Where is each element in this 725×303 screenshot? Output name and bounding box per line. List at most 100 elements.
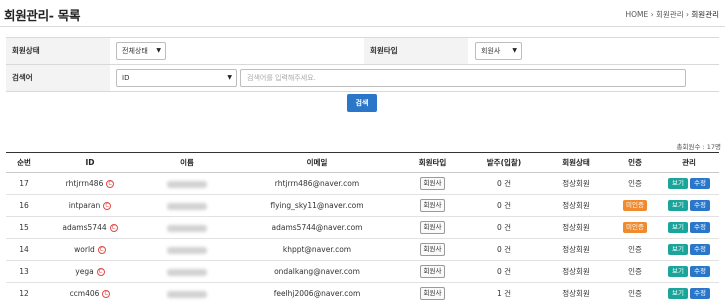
cert-status: 인증 [628, 267, 642, 276]
c-circle-icon[interactable]: C [109, 224, 118, 232]
cell-type: 회원사 [398, 194, 467, 217]
table-row: 15 adams5744 C adams5744@naver.com 회원사 0 … [6, 216, 719, 239]
table-header-row: 순번 ID 이름 이메일 회원타입 발주(입찰) 회원상태 인증 관리 [6, 152, 719, 173]
cell-cert: 미인증 [611, 216, 659, 239]
cell-orders: 0 건 [467, 260, 541, 283]
search-label: 검색어 [6, 65, 110, 91]
filter-row-status: 회원상태 전체상태 ▼ 회원타입 회원사 ▼ [6, 38, 719, 65]
cell-type: 회원사 [398, 172, 467, 195]
type-select[interactable]: 회원사 ▼ [475, 42, 522, 60]
breadcrumb-sep: › [686, 10, 689, 19]
certify-button[interactable]: 미인증 [623, 200, 647, 211]
redacted-name [167, 224, 207, 232]
cell-name [138, 260, 236, 283]
member-id: yega [75, 267, 94, 276]
filter-panel: 회원상태 전체상태 ▼ 회원타입 회원사 ▼ 검색어 ID ▼ 검색어를 입력해… [6, 37, 719, 92]
type-select-value: 회원사 [481, 47, 501, 55]
breadcrumb-sep: › [650, 10, 654, 19]
status-label: 회원상태 [6, 38, 110, 64]
redacted-name [167, 268, 207, 276]
page-title: 회원관리- 목록 [4, 8, 81, 23]
member-type-badge: 회원사 [419, 243, 446, 256]
view-button[interactable]: 보기 [668, 200, 688, 211]
search-input[interactable]: 검색어를 입력해주세요. [240, 69, 686, 87]
cell-id: world C [42, 238, 138, 261]
edit-button[interactable]: 수정 [690, 178, 710, 189]
cell-status: 정상회원 [541, 172, 611, 195]
member-type-badge: 회원사 [419, 199, 446, 212]
edit-button[interactable]: 수정 [690, 200, 710, 211]
c-circle-icon[interactable]: C [102, 290, 111, 298]
status-select-value: 전체상태 [122, 47, 148, 55]
cell-status: 정상회원 [541, 260, 611, 283]
col-header-manage: 관리 [659, 152, 719, 173]
cell-no: 15 [6, 216, 42, 239]
cell-name [138, 216, 236, 239]
table-row: 12 ccm406 C feelhj2006@naver.com 회원사 1 건 … [6, 282, 719, 303]
cell-manage: 보기 수정 [659, 194, 719, 217]
breadcrumb-parent[interactable]: 회원관리 [656, 10, 684, 19]
edit-button[interactable]: 수정 [690, 222, 710, 233]
cell-no: 17 [6, 172, 42, 195]
search-field-select[interactable]: ID ▼ [116, 69, 237, 87]
cell-email: adams5744@naver.com [236, 216, 398, 239]
cell-no: 13 [6, 260, 42, 283]
col-header-orders: 발주(입찰) [467, 152, 541, 173]
member-type-badge: 회원사 [419, 265, 446, 278]
cell-email: flying_sky11@naver.com [236, 194, 398, 217]
member-type-badge: 회원사 [419, 177, 446, 190]
search-button[interactable]: 검색 [347, 94, 377, 112]
cell-no: 14 [6, 238, 42, 261]
cell-cert: 미인증 [611, 194, 659, 217]
cell-email: khppt@naver.com [236, 238, 398, 261]
view-button[interactable]: 보기 [668, 222, 688, 233]
col-header-status: 회원상태 [541, 152, 611, 173]
cell-status: 정상회원 [541, 216, 611, 239]
c-circle-icon[interactable]: C [97, 246, 106, 254]
cell-name [138, 238, 236, 261]
c-circle-icon[interactable]: C [106, 180, 115, 188]
member-id: rhtjrrn486 [65, 179, 104, 188]
cell-orders: 0 건 [467, 216, 541, 239]
caret-down-icon: ▼ [227, 74, 232, 81]
member-id: world [74, 245, 95, 254]
cell-type: 회원사 [398, 238, 467, 261]
edit-button[interactable]: 수정 [690, 288, 710, 299]
cell-manage: 보기 수정 [659, 282, 719, 303]
redacted-name [167, 246, 207, 254]
col-header-type: 회원타입 [398, 152, 467, 173]
type-label: 회원타입 [364, 38, 468, 64]
member-type-badge: 회원사 [419, 221, 446, 234]
breadcrumb-home[interactable]: HOME [625, 10, 648, 19]
cell-manage: 보기 수정 [659, 238, 719, 261]
c-circle-icon[interactable]: C [103, 202, 112, 210]
cell-manage: 보기 수정 [659, 172, 719, 195]
breadcrumb-current: 회원관리 [691, 10, 719, 19]
member-table: 순번 ID 이름 이메일 회원타입 발주(입찰) 회원상태 인증 관리 17 r… [6, 152, 719, 303]
cell-id: yega C [42, 260, 138, 283]
search-field-value: ID [122, 74, 130, 82]
col-header-name: 이름 [138, 152, 236, 173]
cell-name [138, 282, 236, 303]
col-header-no: 순번 [6, 152, 42, 173]
view-button[interactable]: 보기 [668, 178, 688, 189]
c-circle-icon[interactable]: C [96, 268, 105, 276]
cell-status: 정상회원 [541, 238, 611, 261]
view-button[interactable]: 보기 [668, 266, 688, 277]
member-type-badge: 회원사 [419, 287, 446, 300]
cell-manage: 보기 수정 [659, 216, 719, 239]
view-button[interactable]: 보기 [668, 288, 688, 299]
cell-no: 12 [6, 282, 42, 303]
table-row: 14 world C khppt@naver.com 회원사 0 건 정상회원 인… [6, 238, 719, 261]
edit-button[interactable]: 수정 [690, 244, 710, 255]
cell-cert: 인증 [611, 238, 659, 261]
certify-button[interactable]: 미인증 [623, 222, 647, 233]
caret-down-icon: ▼ [512, 47, 517, 54]
view-button[interactable]: 보기 [668, 244, 688, 255]
cell-manage: 보기 수정 [659, 260, 719, 283]
status-select[interactable]: 전체상태 ▼ [116, 42, 166, 60]
edit-button[interactable]: 수정 [690, 266, 710, 277]
cell-no: 16 [6, 194, 42, 217]
redacted-name [167, 290, 207, 298]
cell-id: rhtjrrn486 C [42, 172, 138, 195]
